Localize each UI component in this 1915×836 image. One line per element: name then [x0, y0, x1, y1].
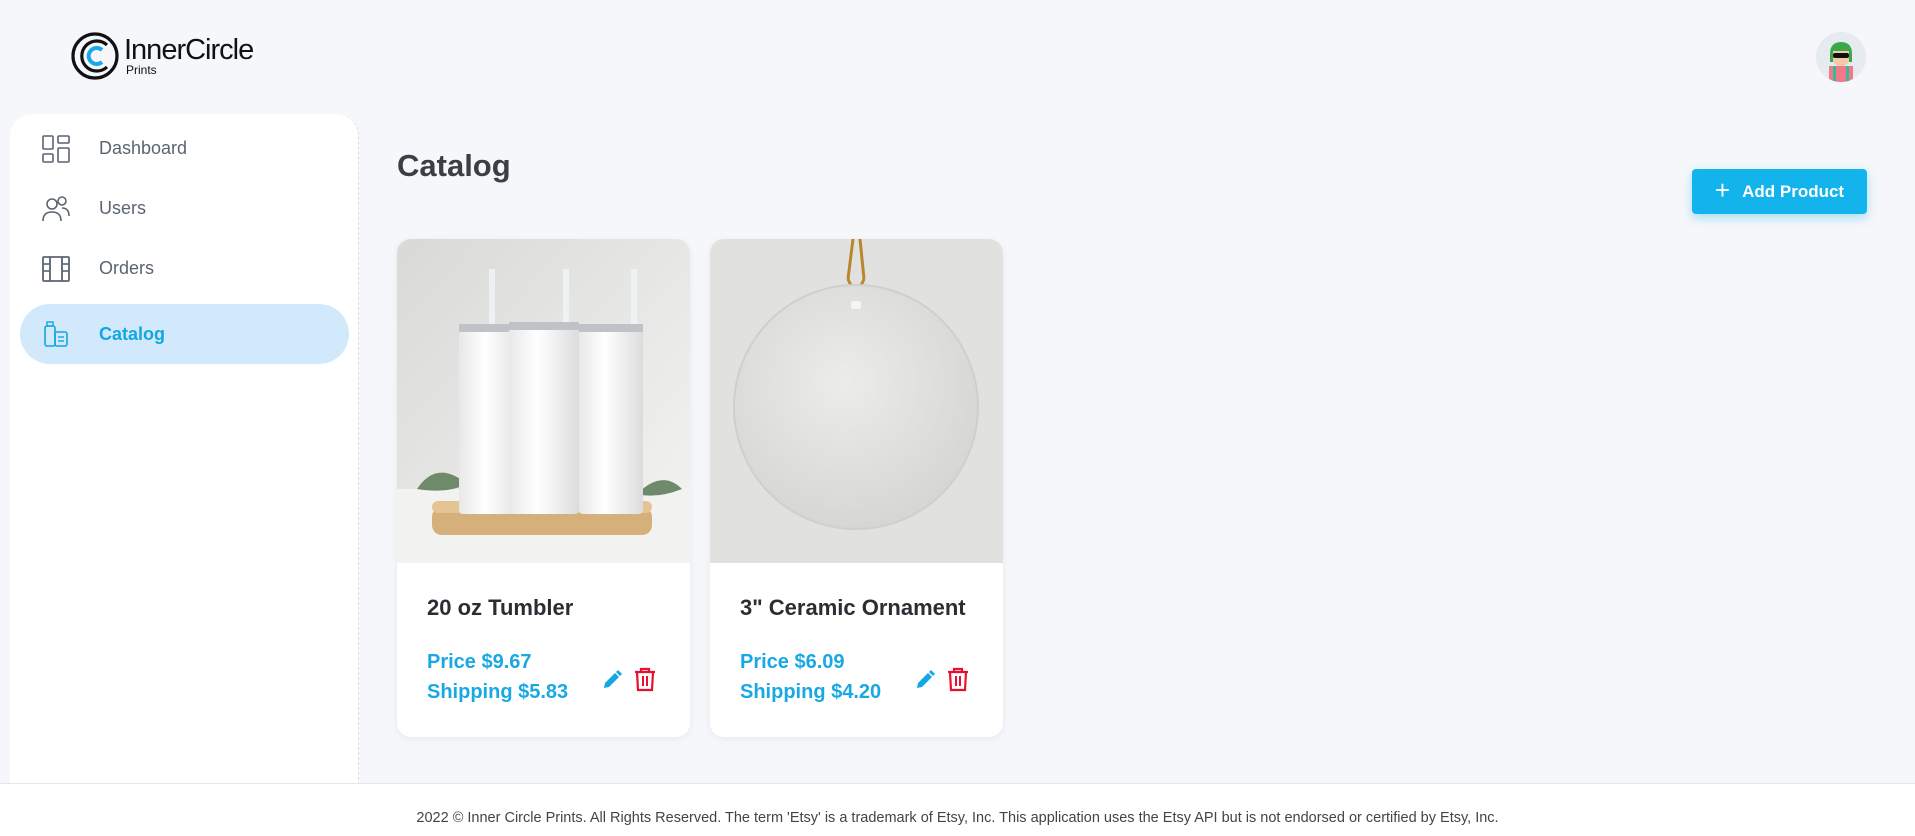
dashboard-icon [42, 135, 70, 163]
product-shipping: Shipping $4.20 [740, 681, 882, 703]
sidebar-item-label: Orders [99, 257, 155, 278]
product-price: Price $6.09 [740, 651, 845, 673]
sidebar-item-catalog[interactable]: Catalog [20, 304, 349, 364]
product-name: 20 oz Tumbler [427, 595, 574, 620]
product-card[interactable]: 20 oz Tumbler Price $9.67 Shipping $5.83 [397, 239, 690, 737]
product-image-ornament [710, 239, 1003, 563]
product-price: Price $9.67 [427, 651, 532, 673]
product-name: 3" Ceramic Ornament [740, 595, 966, 620]
orders-icon [42, 256, 70, 282]
plus-icon: + [1714, 175, 1731, 205]
sidebar-item-label: Catalog [99, 323, 166, 344]
catalog-icon [44, 321, 68, 347]
add-product-button[interactable]: + Add Product [1692, 169, 1867, 214]
sidebar-item-users[interactable]: Users [20, 178, 349, 238]
sidebar-item-orders[interactable]: Orders [20, 238, 349, 298]
brand-logo[interactable]: InnerCircle Prints [70, 30, 254, 82]
logo-mark-icon [71, 32, 119, 80]
footer: 2022 © Inner Circle Prints. All Rights R… [0, 783, 1915, 836]
sidebar-item-label: Users [99, 197, 147, 218]
add-product-label: Add Product [1742, 181, 1845, 201]
product-shipping: Shipping $5.83 [427, 681, 569, 703]
top-header: InnerCircle Prints [0, 0, 1915, 114]
edit-pencil-icon[interactable] [913, 668, 937, 692]
delete-trash-icon[interactable] [633, 666, 657, 692]
delete-trash-icon[interactable] [946, 666, 970, 692]
sidebar: Dashboard Users Orders Catalog [10, 114, 359, 783]
product-image-tumbler [397, 239, 690, 563]
sidebar-item-label: Dashboard [99, 137, 188, 158]
users-icon [42, 196, 70, 222]
page-title: Catalog [397, 148, 511, 183]
edit-pencil-icon[interactable] [600, 668, 624, 692]
sidebar-item-dashboard[interactable]: Dashboard [20, 118, 349, 178]
avatar-image [1816, 32, 1866, 82]
brand-name: InnerCircle [124, 34, 254, 66]
footer-copyright: 2022 © Inner Circle Prints. All Rights R… [416, 810, 1499, 826]
product-card[interactable]: 3" Ceramic Ornament Price $6.09 Shipping… [710, 239, 1003, 737]
user-avatar[interactable] [1816, 32, 1866, 82]
